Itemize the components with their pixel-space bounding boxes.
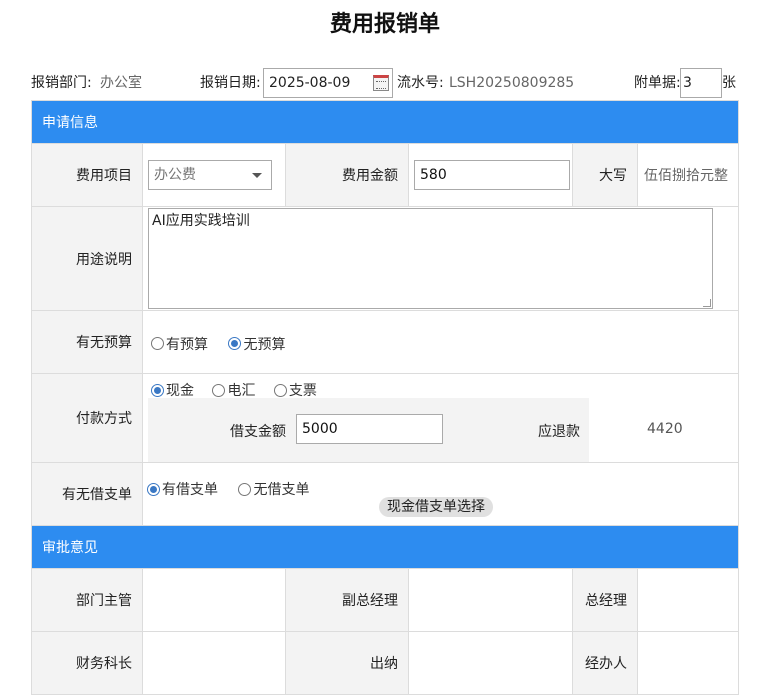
radio-icon	[151, 337, 164, 351]
payment-option-cash-label: 现金	[166, 383, 194, 399]
expense-item-value: 办公费	[154, 167, 196, 183]
budget-option-no[interactable]: 无预算	[228, 334, 285, 354]
amount-input[interactable]: 580	[414, 160, 570, 190]
expense-form: 申请信息 费用项目 办公费 费用金额 580 大写 伍佰捌拾元整 用途说明 AI…	[30, 100, 740, 695]
budget-option-yes[interactable]: 有预算	[151, 334, 208, 354]
serial-label: 流水号:	[397, 75, 444, 91]
calendar-icon[interactable]	[373, 75, 389, 91]
radio-icon	[238, 482, 252, 496]
refund-label: 应退款	[538, 424, 580, 440]
loan-select-button[interactable]: 现金借支单选择	[379, 497, 493, 517]
radio-icon	[273, 383, 287, 397]
radio-checked-icon	[228, 337, 242, 351]
vice-gm-label: 副总经理	[285, 568, 409, 632]
serial-value: LSH20250809285	[449, 75, 575, 91]
radio-checked-icon	[151, 383, 164, 397]
page-title: 费用报销单	[329, 12, 440, 37]
section-approve-title: 审批意见	[30, 525, 740, 569]
loan-amount-input[interactable]: 5000	[296, 414, 443, 444]
payment-option-check-label: 支票	[288, 383, 317, 399]
loan-option-no-label: 无借支单	[253, 482, 310, 498]
cashier-label: 出纳	[285, 631, 409, 695]
date-label: 报销日期:	[200, 75, 261, 91]
payment-option-check[interactable]: 支票	[273, 380, 317, 400]
expense-item-select[interactable]: 办公费	[148, 160, 272, 190]
payment-option-wire[interactable]: 电汇	[212, 380, 255, 400]
loan-option-yes[interactable]: 有借支单	[147, 479, 218, 499]
loan-option-no[interactable]: 无借支单	[238, 479, 309, 499]
section-apply-title: 申请信息	[30, 100, 740, 144]
handler-label: 经办人	[572, 631, 638, 695]
finance-chief-label: 财务科长	[31, 631, 143, 695]
loan-label: 有无借支单	[31, 462, 143, 526]
finance-chief-cell	[142, 631, 286, 695]
upper-label: 大写	[572, 143, 638, 207]
gm-cell	[636, 568, 740, 632]
payment-label: 付款方式	[31, 373, 143, 463]
budget-option-yes-label: 有预算	[166, 336, 208, 353]
date-field[interactable]: 2025-08-09	[263, 68, 393, 98]
loan-amount-panel: 借支金额 5000 应退款	[148, 398, 589, 462]
expense-item-label: 费用项目	[31, 143, 143, 207]
radio-checked-icon	[147, 482, 160, 496]
handler-cell	[636, 631, 740, 695]
budget-label: 有无预算	[31, 310, 143, 374]
dept-label: 报销部门:	[31, 75, 92, 91]
cashier-cell	[408, 631, 573, 695]
radio-icon	[212, 383, 226, 397]
purpose-label: 用途说明	[31, 206, 143, 311]
dept-value: 办公室	[100, 75, 142, 91]
chevron-down-icon	[252, 173, 262, 178]
refund-value: 4420	[647, 421, 683, 437]
dept-manager-cell	[142, 568, 286, 632]
budget-option-no-label: 无预算	[243, 336, 286, 353]
resize-handle-icon[interactable]	[703, 299, 711, 307]
payment-option-wire-label: 电汇	[227, 383, 256, 399]
amount-label: 费用金额	[285, 143, 409, 207]
loan-option-yes-label: 有借支单	[162, 482, 218, 498]
purpose-textarea[interactable]: AI应用实践培训	[148, 208, 713, 309]
attach-unit: 张	[722, 75, 736, 91]
vice-gm-cell	[408, 568, 573, 632]
loan-amount-label: 借支金额	[230, 424, 286, 440]
attach-label: 附单据:	[634, 75, 681, 91]
payment-option-cash[interactable]: 现金	[151, 380, 194, 400]
purpose-value: AI应用实践培训	[152, 213, 250, 229]
attach-count-input[interactable]: 3	[680, 68, 722, 98]
gm-label: 总经理	[572, 568, 638, 632]
date-value: 2025-08-09	[269, 75, 351, 91]
dept-manager-label: 部门主管	[31, 568, 143, 632]
upper-value: 伍佰捌拾元整	[636, 143, 740, 207]
